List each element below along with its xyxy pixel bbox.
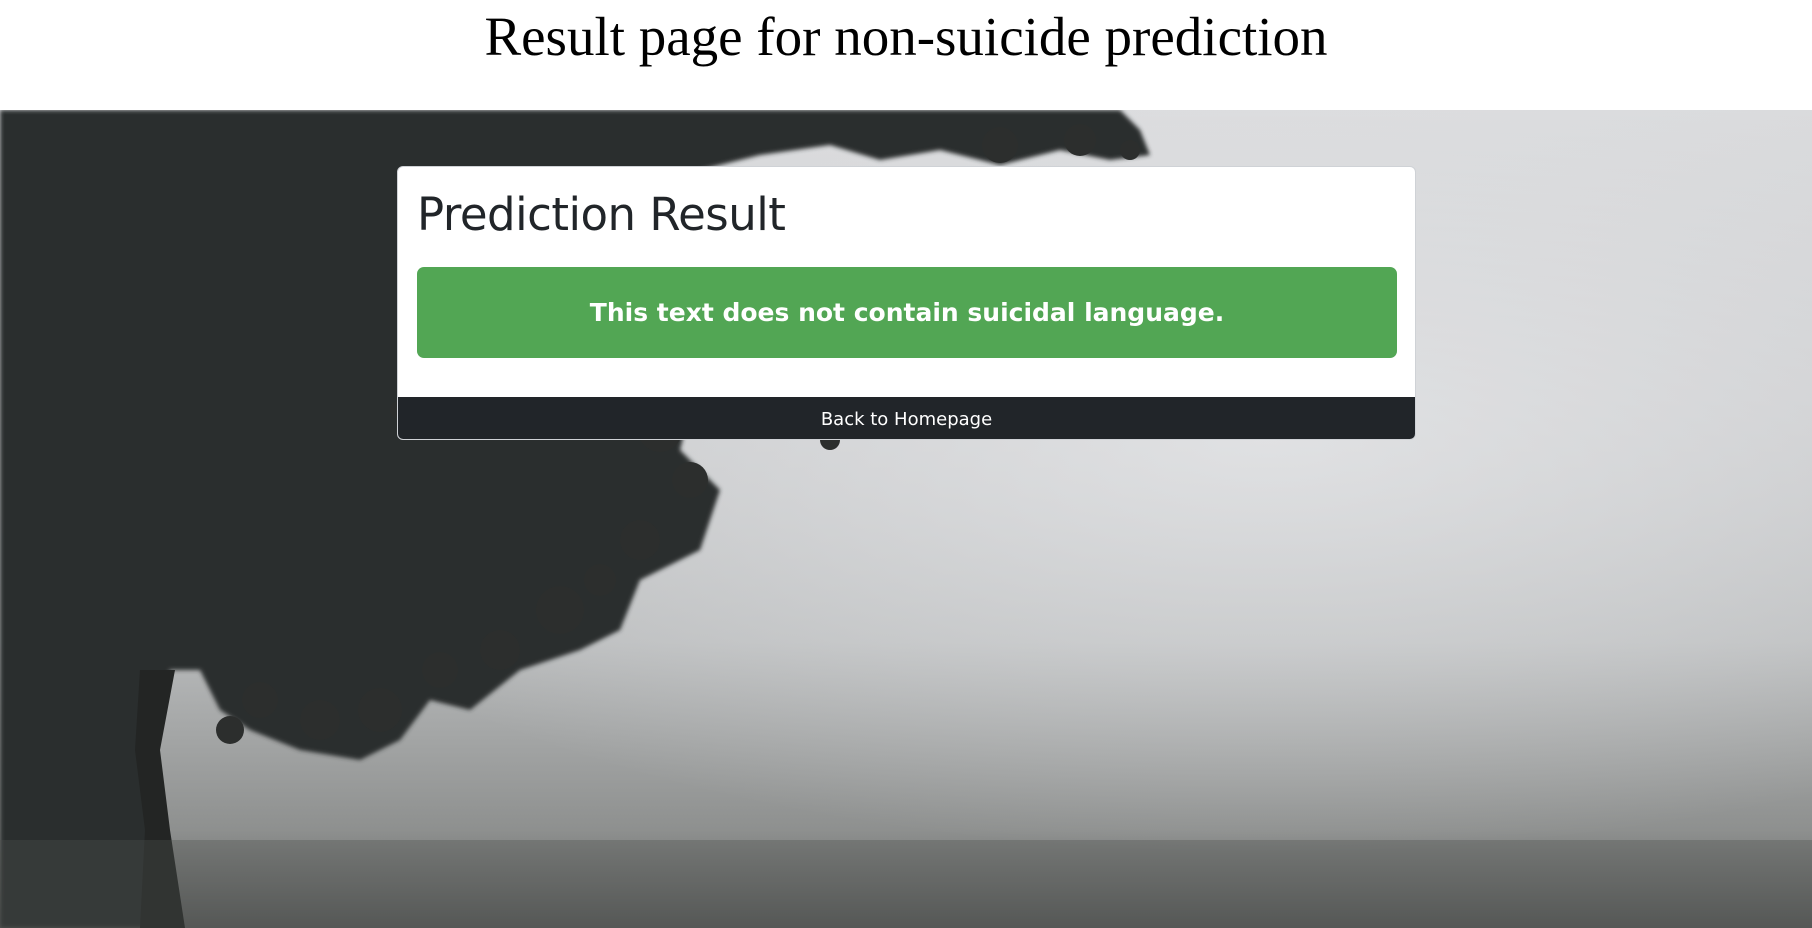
back-to-homepage-label: Back to Homepage xyxy=(820,408,993,430)
caption-text: Result page for non-suicide prediction xyxy=(484,6,1328,67)
result-card: Prediction Result This text does not con… xyxy=(397,166,1416,440)
figure-caption: Result page for non-suicide prediction xyxy=(0,0,1812,110)
success-alert: This text does not contain suicidal lang… xyxy=(417,267,1397,358)
back-to-homepage-button[interactable]: Back to Homepage xyxy=(398,397,1415,439)
alert-message: This text does not contain suicidal lang… xyxy=(589,298,1225,327)
page-title: Prediction Result xyxy=(417,188,786,241)
app-screen: Prediction Result This text does not con… xyxy=(0,110,1812,928)
